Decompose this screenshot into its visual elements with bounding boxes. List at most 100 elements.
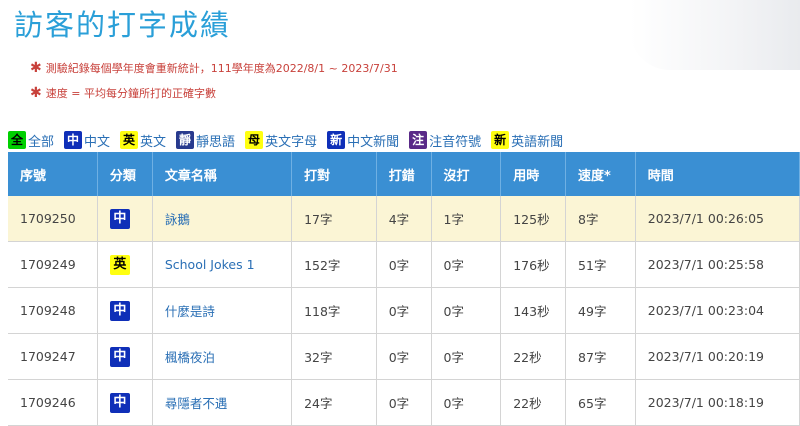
correct-cell: 32字 [291,333,377,380]
correct-cell: 17字 [291,196,377,242]
filter-1[interactable]: 中中文 [64,131,110,150]
column-header[interactable]: 分類 [97,152,153,196]
table-header: 序號 分類 文章名稱 打對 打錯 沒打 用時 速度* 時間 [8,152,800,196]
filter-6[interactable]: 注注音符號 [409,131,481,150]
watermark [630,0,800,70]
filter-label: 英文字母 [265,134,318,150]
filter-badge-icon: 母 [245,131,264,149]
category-cell: 英 [97,241,153,288]
asterisk-icon: ✱ [30,85,42,101]
table-row[interactable]: 1709250 中 詠鵝 17字 4字 1字 125秒 8字 2023/7/1 00:26:05 [8,196,800,242]
article-link[interactable]: 什麼是詩 [165,304,215,319]
filter-label: 中文 [84,134,111,150]
missed-cell: 0字 [431,287,502,334]
table-row[interactable]: 1709247 中楓橋夜泊 32字 0字 0字 22秒 87字 2023/7/1 00:20:… [8,333,800,380]
records-table: 序號 分類 文章名稱 打對 打錯 沒打 用時 速度* 時間 1709250 中詠鵝 17字 4字 1字 1… [8,152,800,426]
column-header[interactable]: 用時 [500,152,567,196]
filter-3[interactable]: 靜靜思語 [176,131,235,150]
correct-cell: 152字 [291,241,377,288]
speed-cell: 49字 [565,287,636,334]
category-badge-icon: 中 [109,208,130,229]
filter-label: 注音符號 [429,134,482,150]
filter-label: 全部 [28,134,55,150]
filter-badge-icon: 全 [8,131,26,149]
column-header[interactable]: 序號 [8,152,98,196]
note-text: 速度 = 平均每分鐘所打的正確字數 [45,87,216,100]
missed-cell: 0字 [431,241,502,288]
page-title: 訪客的打字成績 [14,8,232,42]
filter-label: 中文新聞 [347,134,400,150]
category-cell: 中 [97,287,153,334]
filter-7[interactable]: 新英語新聞 [491,131,563,150]
article-title-cell: 尋隱者不遇 [152,379,293,426]
missed-cell: 1字 [431,196,502,242]
column-header[interactable]: 沒打 [431,152,502,196]
article-link[interactable]: School Jokes 1 [165,257,255,272]
article-title-cell: 詠鵝 [152,196,293,242]
column-header[interactable]: 文章名稱 [152,152,293,196]
missed-cell: 0字 [431,379,502,426]
missed-cell: 0字 [431,333,502,380]
note-text: 測驗紀錄每個學年度會重新統計，111學年度為2022/8/1 ~ 2023/7/… [45,62,398,75]
speed-cell: 8字 [565,196,636,242]
datetime-cell: 2023/7/1 00:26:05 [635,196,800,242]
category-cell: 中 [97,379,153,426]
time-used-cell: 143秒 [500,287,567,334]
id-cell: 1709250 [8,196,98,242]
table-row[interactable]: 1709248 中什麼是詩 118字 0字 0字 143秒 49字 2023/7/1 00:2… [8,287,800,334]
speed-cell: 65字 [565,379,636,426]
filter-2[interactable]: 英英文 [120,131,166,150]
wrong-cell: 0字 [376,287,432,334]
filter-4[interactable]: 母英文字母 [245,131,317,150]
datetime-cell: 2023/7/1 00:20:19 [635,333,800,380]
id-cell: 1709249 [8,241,98,288]
filter-0[interactable]: 全全部 [8,131,54,150]
article-link[interactable]: 尋隱者不遇 [165,396,228,411]
id-cell: 1709248 [8,287,98,334]
column-header[interactable]: 打對 [291,152,377,196]
filter-badge-icon: 靜 [176,131,195,149]
wrong-cell: 0字 [376,379,432,426]
article-title-cell: 什麼是詩 [152,287,293,334]
article-link[interactable]: 楓橋夜泊 [165,350,215,365]
note-2: ✱ 速度 = 平均每分鐘所打的正確字數 [30,81,398,106]
speed-cell: 87字 [565,333,636,380]
filter-badge-icon: 注 [409,131,428,149]
correct-cell: 118字 [291,287,377,334]
time-used-cell: 125秒 [500,196,567,242]
time-used-cell: 22秒 [500,379,567,426]
column-header[interactable]: 打錯 [376,152,432,196]
article-title-cell: 楓橋夜泊 [152,333,293,380]
article-link[interactable]: 詠鵝 [165,212,190,227]
filter-badge-icon: 新 [327,131,346,149]
datetime-cell: 2023/7/1 00:23:04 [635,287,800,334]
asterisk-icon: ✱ [30,60,42,76]
table-row[interactable]: 1709249 英 School Jokes 1 152字 0字 0字 176秒 51字 202… [8,241,800,288]
id-cell: 1709246 [8,379,98,426]
filter-badge-icon: 中 [64,131,83,149]
time-used-cell: 176秒 [500,241,567,288]
filter-label: 靜思語 [196,134,236,150]
filter-badge-icon: 新 [491,131,510,149]
category-badge-icon: 中 [109,346,130,367]
datetime-cell: 2023/7/1 00:18:19 [635,379,800,426]
filter-5[interactable]: 新中文新聞 [327,131,399,150]
wrong-cell: 0字 [376,241,432,288]
category-filter-bar: 全全部中中文英英文靜靜思語母英文字母新中文新聞注注音符號新英語新聞 [8,130,573,150]
datetime-cell: 2023/7/1 00:25:58 [635,241,800,288]
category-badge-icon: 中 [109,300,130,321]
wrong-cell: 0字 [376,333,432,380]
time-used-cell: 22秒 [500,333,567,380]
speed-cell: 51字 [565,241,636,288]
correct-cell: 24字 [291,379,377,426]
category-cell: 中 [97,333,153,380]
filter-badge-icon: 英 [120,131,139,149]
column-header[interactable]: 速度* [565,152,636,196]
table-row[interactable]: 1709246 中尋隱者不遇 24字 0字 0字 22秒 65字 2023/7/1 00:18… [8,379,800,426]
category-cell: 中 [97,196,153,242]
id-cell: 1709247 [8,333,98,380]
table-body: 1709250 中 詠鵝 17字 4字 1字 125秒 8字 2023/7/1 00:26:05… [8,196,800,426]
note-1: ✱ 測驗紀錄每個學年度會重新統計，111學年度為2022/8/1 ~ 2023/7… [30,56,398,81]
wrong-cell: 4字 [376,196,432,242]
column-header[interactable]: 時間 [635,152,800,196]
